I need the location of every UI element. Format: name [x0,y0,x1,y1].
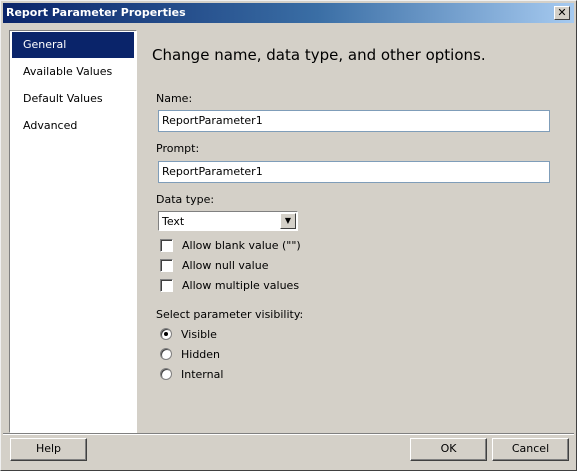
cancel-button[interactable]: Cancel [492,438,569,461]
prompt-field[interactable]: ReportParameter1 [158,161,550,183]
sidebar: General Available Values Default Values … [9,30,137,433]
prompt-label: Prompt: [156,142,200,155]
allow-blank-label: Allow blank value ("") [182,239,301,252]
page-title: Change name, data type, and other option… [152,46,486,64]
report-parameter-dialog: Report Parameter Properties ✕ General Av… [0,0,577,471]
allow-multiple-checkbox[interactable] [160,279,173,292]
hidden-radio[interactable] [160,348,172,360]
data-type-select[interactable]: Text ▼ [158,211,298,231]
data-type-label: Data type: [156,193,215,206]
sidebar-item-label: General [23,38,67,51]
ok-button[interactable]: OK [410,438,487,461]
footer-divider [3,433,574,435]
dropdown-arrow-icon[interactable]: ▼ [280,213,296,229]
allow-blank-checkbox[interactable] [160,239,173,252]
visibility-label: Select parameter visibility: [156,308,304,321]
allow-null-label: Allow null value [182,259,269,272]
data-type-value: Text [162,215,185,228]
internal-label: Internal [181,368,224,381]
close-button[interactable]: ✕ [554,6,570,20]
window-title: Report Parameter Properties [6,6,186,19]
visible-label: Visible [181,328,217,341]
sidebar-item-advanced[interactable]: Advanced [12,113,134,139]
name-field[interactable]: ReportParameter1 [158,110,550,132]
visible-radio[interactable] [160,328,172,340]
sidebar-item-default-values[interactable]: Default Values [12,86,134,112]
name-label: Name: [156,92,193,105]
sidebar-item-label: Advanced [23,119,78,132]
sidebar-item-label: Default Values [23,92,103,105]
allow-null-checkbox[interactable] [160,259,173,272]
close-icon: ✕ [557,6,567,19]
title-bar[interactable]: Report Parameter Properties ✕ [3,3,574,23]
allow-multiple-label: Allow multiple values [182,279,300,292]
help-button[interactable]: Help [10,438,87,461]
general-panel: Change name, data type, and other option… [142,30,570,433]
internal-radio[interactable] [160,368,172,380]
sidebar-item-label: Available Values [23,65,113,78]
hidden-label: Hidden [181,348,221,361]
sidebar-item-general[interactable]: General [12,32,134,58]
sidebar-item-available-values[interactable]: Available Values [12,59,134,85]
